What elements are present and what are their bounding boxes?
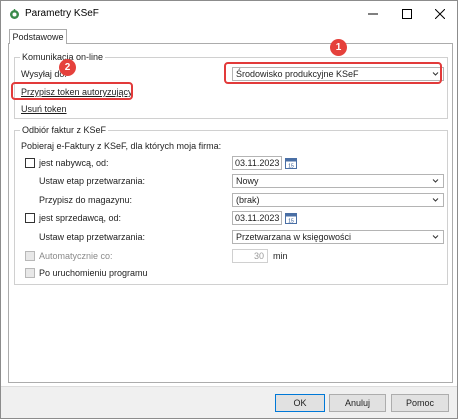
button-bar: OK Anuluj Pomoc <box>1 386 457 418</box>
close-icon <box>435 9 445 19</box>
auto-label: Automatycznie co: <box>39 251 113 261</box>
online-communication-group: Komunikacja on-line Wysyłaj do: Środowis… <box>14 51 448 119</box>
parametry-ksef-window: Parametry KSeF Podstawowe Komunikacja on… <box>0 0 458 419</box>
startup-checkbox[interactable] <box>25 268 35 278</box>
tab-podstawowe[interactable]: Podstawowe <box>9 29 67 44</box>
minimize-icon <box>368 13 378 15</box>
chevron-down-icon <box>432 72 439 76</box>
maximize-button[interactable] <box>390 1 424 27</box>
auto-unit-label: min <box>273 251 288 261</box>
maximize-icon <box>402 9 412 19</box>
seller-checkbox[interactable] <box>25 213 35 223</box>
remove-token-link[interactable]: Usuń token <box>21 103 67 115</box>
seller-stage-value: Przetwarzana w księgowości <box>236 232 352 242</box>
warehouse-label: Przypisz do magazynu: <box>39 195 133 205</box>
send-to-value: Środowisko produkcyjne KSeF <box>236 69 359 79</box>
buyer-date-field[interactable]: 03.11.2023 <box>232 156 282 170</box>
receive-invoices-group: Odbiór faktur z KSeF Pobieraj e-Faktury … <box>14 124 448 285</box>
buyer-checkbox-label: jest nabywcą, od: <box>39 158 109 168</box>
svg-text:15: 15 <box>288 164 294 170</box>
buyer-stage-label: Ustaw etap przetwarzania: <box>39 176 146 186</box>
warehouse-value: (brak) <box>236 195 260 205</box>
seller-stage-label: Ustaw etap przetwarzania: <box>39 232 146 242</box>
app-icon <box>10 9 19 19</box>
warehouse-select[interactable]: (brak) <box>232 193 444 207</box>
callout-badge-1: 1 <box>330 39 347 56</box>
calendar-icon[interactable]: 15 <box>285 157 297 169</box>
send-to-select[interactable]: Środowisko produkcyjne KSeF <box>232 67 444 81</box>
title-bar: Parametry KSeF <box>1 1 457 28</box>
ok-button[interactable]: OK <box>275 394 325 412</box>
buyer-stage-select[interactable]: Nowy <box>232 174 444 188</box>
help-button[interactable]: Pomoc <box>391 394 449 412</box>
receive-intro-text: Pobieraj e-Faktury z KSeF, dla których m… <box>21 141 222 151</box>
auto-checkbox[interactable] <box>25 251 35 261</box>
callout-badge-2: 2 <box>59 59 76 76</box>
assign-token-link[interactable]: Przypisz token autoryzujący <box>21 86 133 98</box>
close-button[interactable] <box>423 1 457 27</box>
buyer-stage-value: Nowy <box>236 176 259 186</box>
minimize-button[interactable] <box>356 1 390 27</box>
seller-stage-select[interactable]: Przetwarzana w księgowości <box>232 230 444 244</box>
calendar-icon[interactable]: 15 <box>285 212 297 224</box>
chevron-down-icon <box>432 179 439 183</box>
chevron-down-icon <box>432 235 439 239</box>
chevron-down-icon <box>432 198 439 202</box>
svg-text:15: 15 <box>288 219 294 225</box>
buyer-checkbox[interactable] <box>25 158 35 168</box>
auto-interval-field[interactable]: 30 <box>232 249 268 263</box>
seller-date-field[interactable]: 03.11.2023 <box>232 211 282 225</box>
tab-panel-podstawowe: Komunikacja on-line Wysyłaj do: Środowis… <box>8 43 453 383</box>
seller-checkbox-label: jest sprzedawcą, od: <box>39 213 122 223</box>
startup-label: Po uruchomieniu programu <box>39 268 148 278</box>
cancel-button[interactable]: Anuluj <box>329 394 386 412</box>
receive-invoices-legend: Odbiór faktur z KSeF <box>20 124 109 136</box>
window-title: Parametry KSeF <box>25 8 99 19</box>
